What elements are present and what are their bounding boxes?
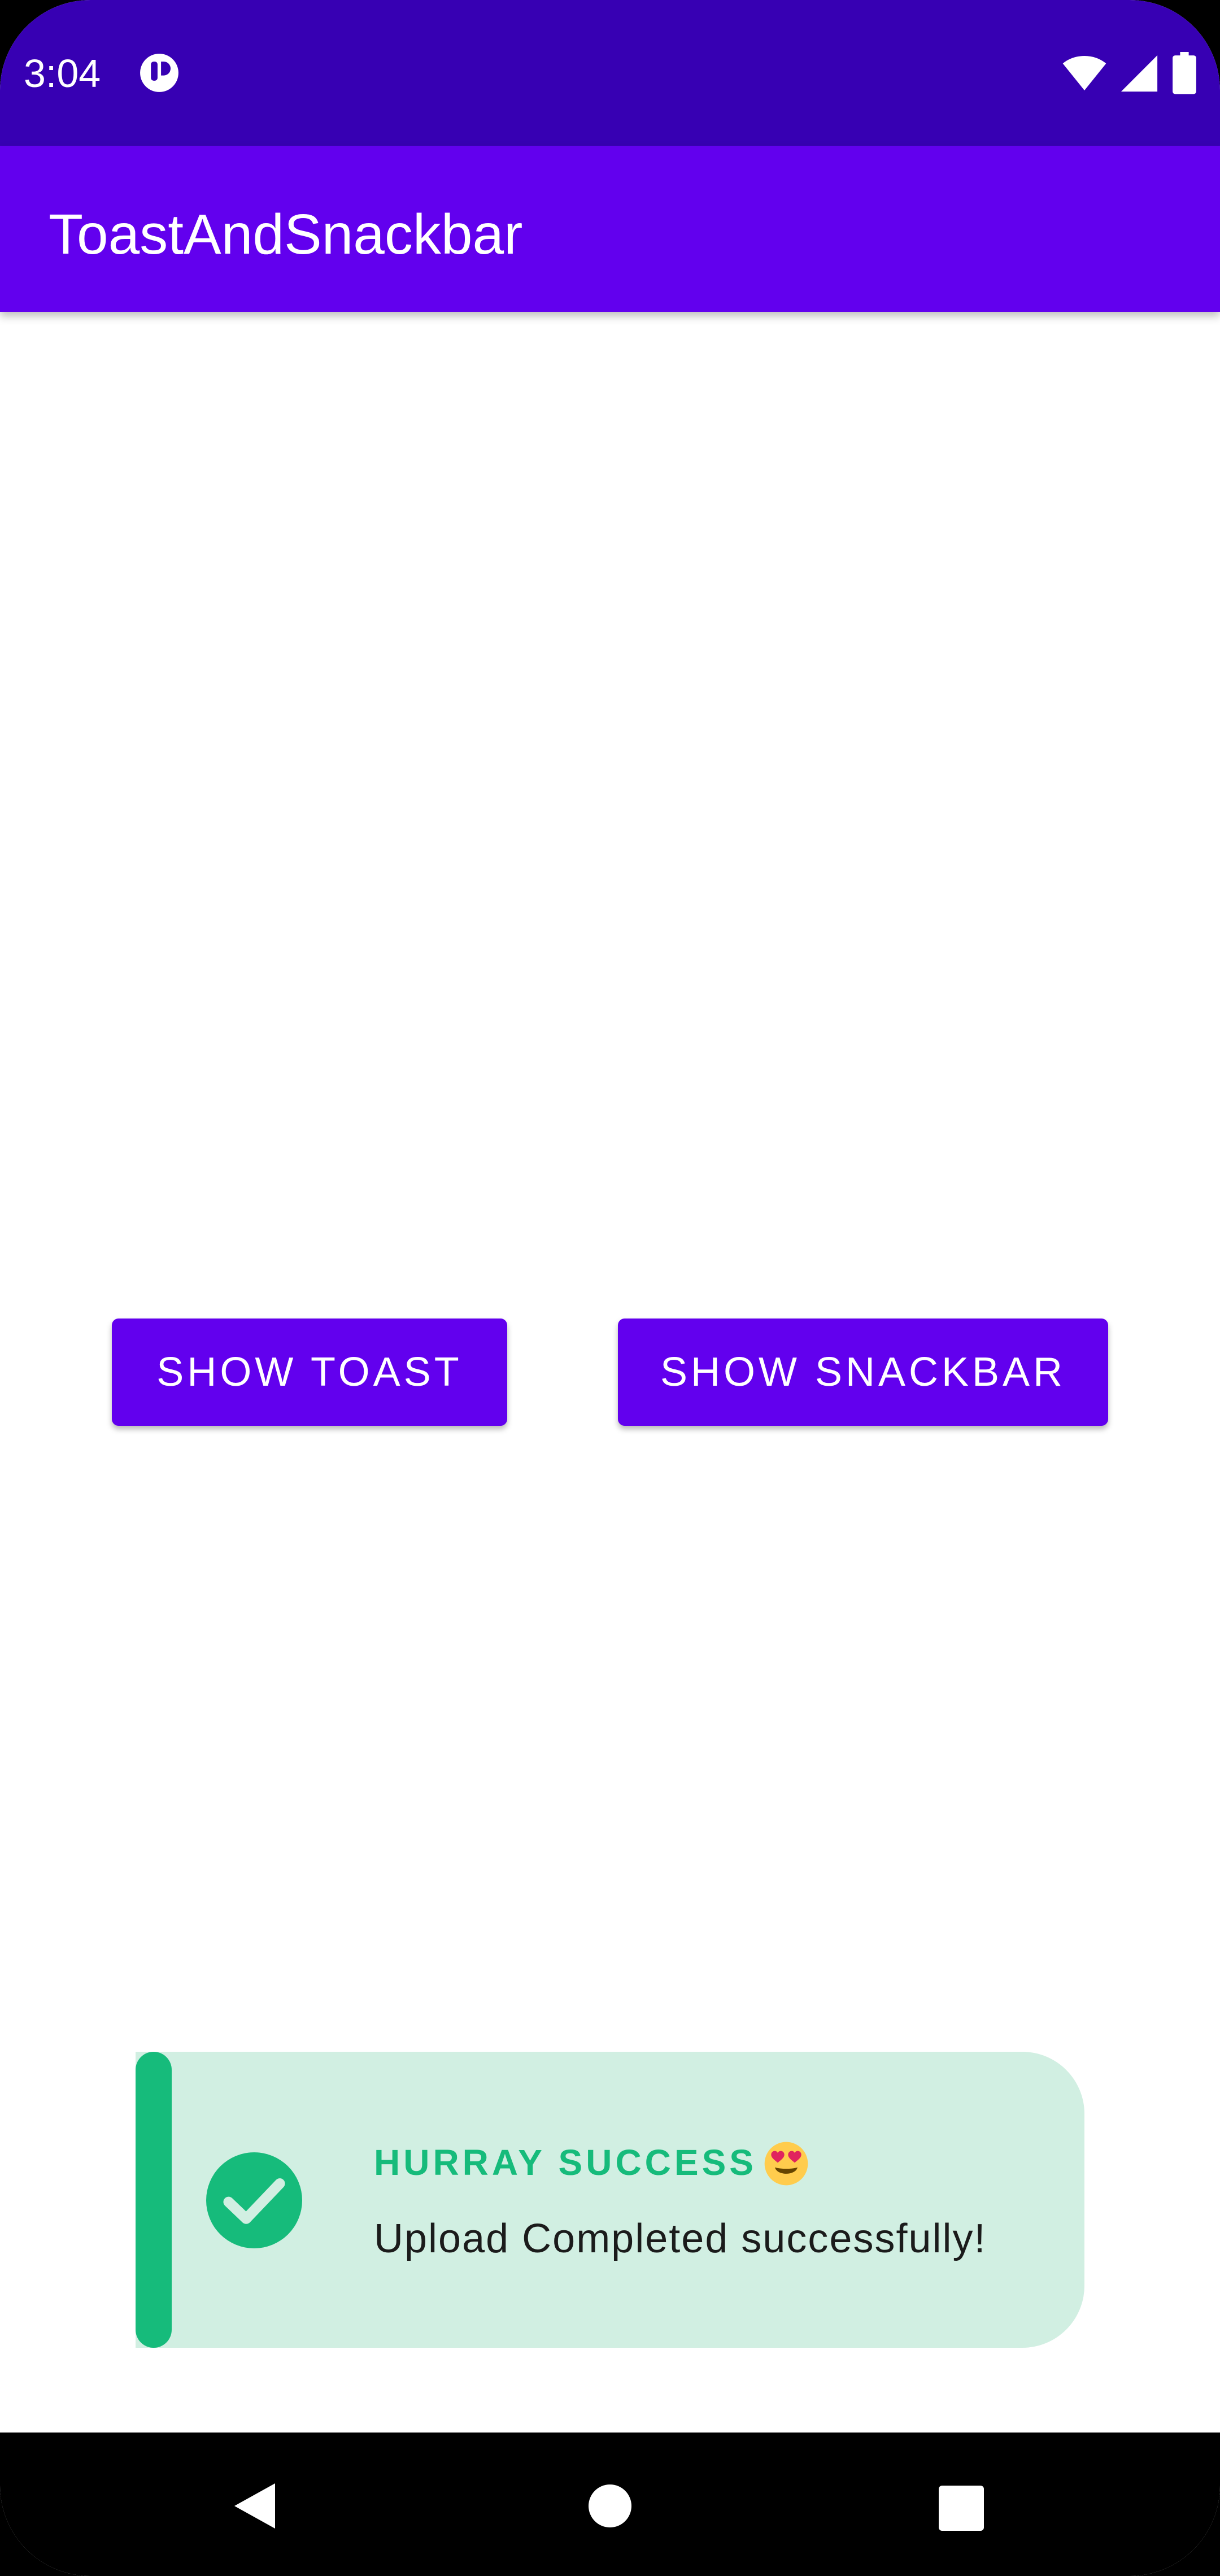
cellular-signal-icon xyxy=(1121,55,1158,92)
toast-message: Upload Completed successfully! xyxy=(374,2216,987,2261)
heart-eyes-emoji-icon xyxy=(764,2142,808,2186)
battery-icon xyxy=(1173,52,1196,94)
back-icon[interactable] xyxy=(232,2481,278,2531)
screen: 3:04 ToastAndSnackbar SHOW TOAST SHOW SN… xyxy=(0,0,1220,2576)
app-bar: ToastAndSnackbar xyxy=(0,146,1220,312)
app-notification-icon xyxy=(140,54,178,92)
navigation-bar xyxy=(0,2433,1220,2576)
recents-icon[interactable] xyxy=(939,2486,984,2531)
wifi-icon xyxy=(1062,56,1106,90)
show-snackbar-button[interactable]: SHOW SNACKBAR xyxy=(618,1319,1108,1426)
status-bar: 3:04 xyxy=(0,0,1220,146)
check-circle-icon xyxy=(206,2152,302,2248)
status-time: 3:04 xyxy=(24,51,101,95)
status-icons xyxy=(1062,52,1197,95)
show-toast-button[interactable]: SHOW TOAST xyxy=(112,1319,507,1426)
toast-title: HURRAY SUCCESS xyxy=(374,2142,757,2183)
app-title: ToastAndSnackbar xyxy=(49,203,523,266)
home-icon[interactable] xyxy=(589,2484,631,2527)
toast-accent-stripe xyxy=(136,2052,172,2348)
